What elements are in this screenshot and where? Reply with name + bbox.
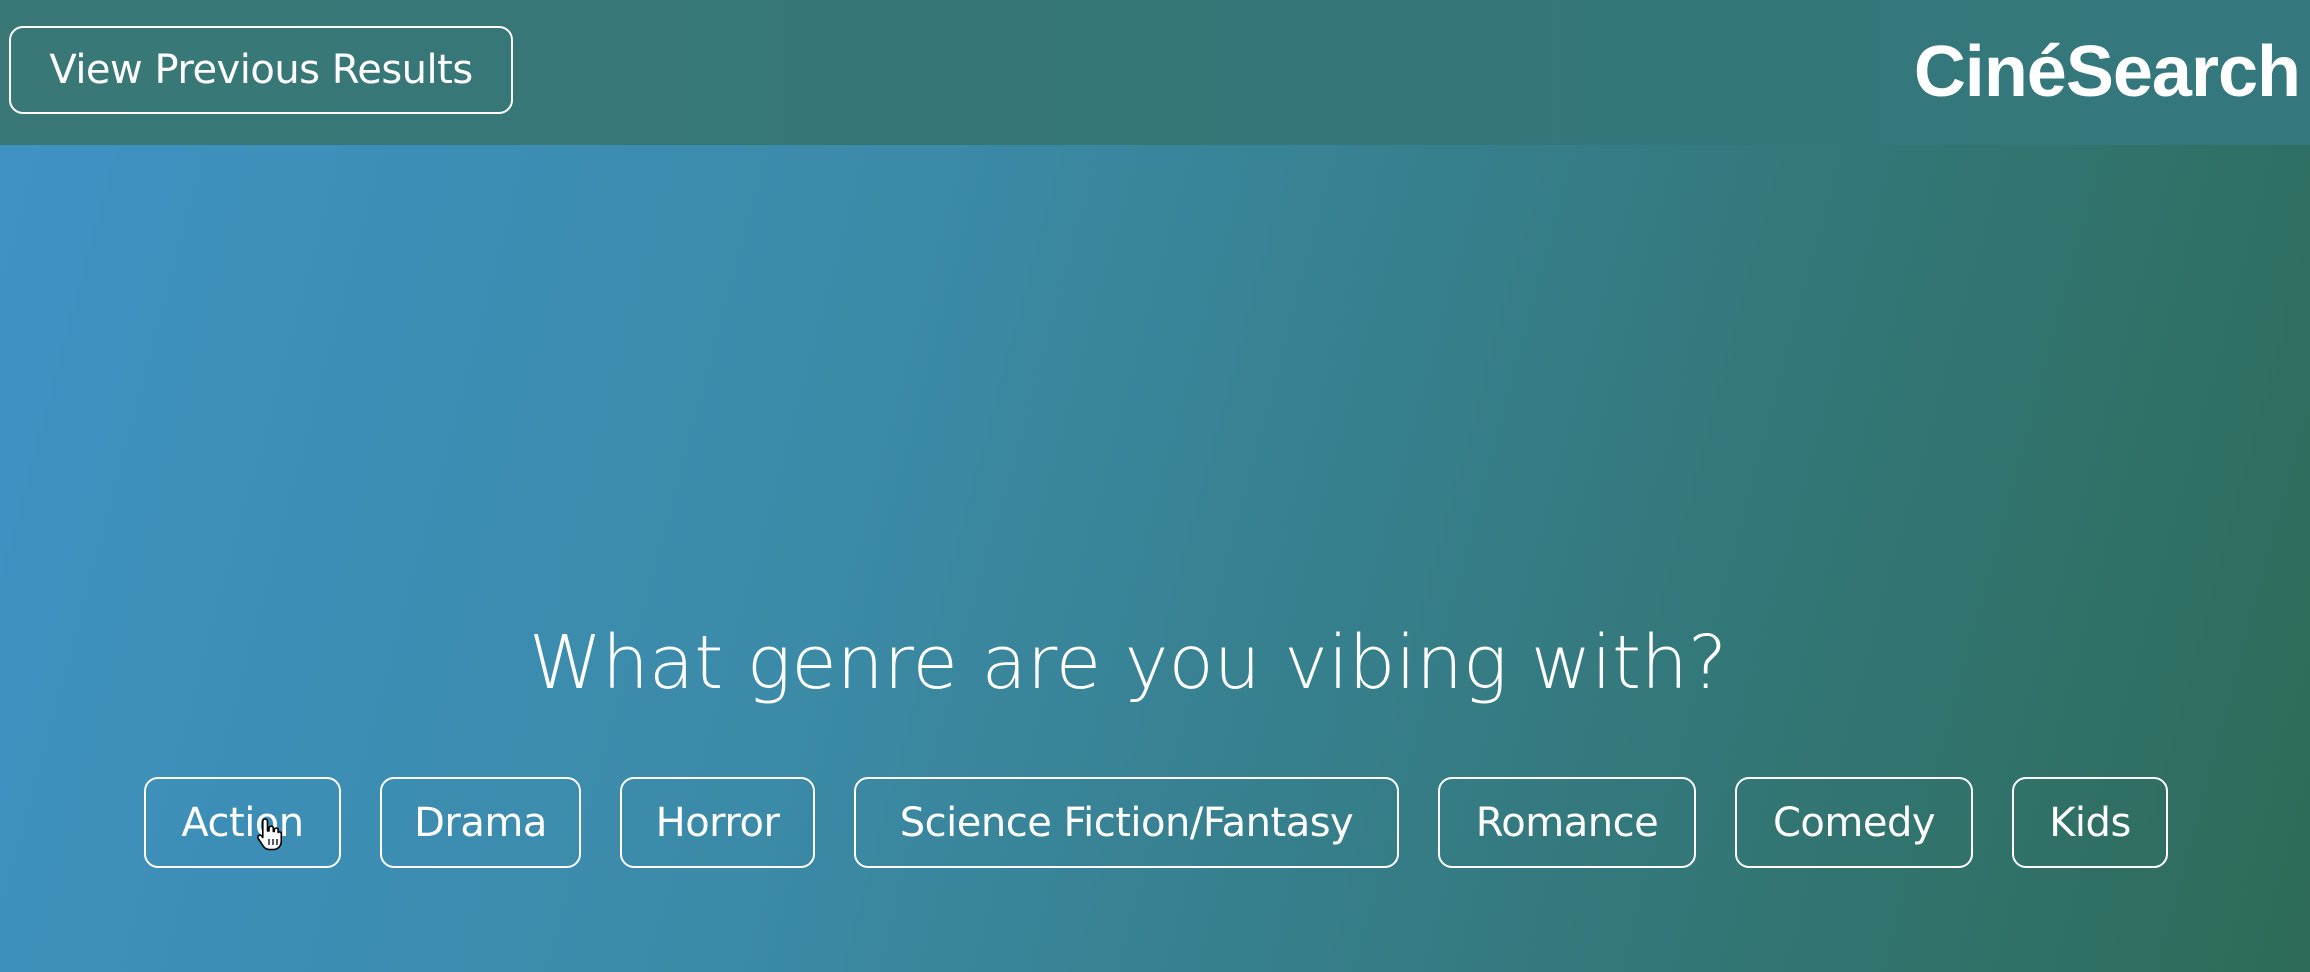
genre-options: Action Drama Horror Science Fiction/Fant… — [0, 777, 2310, 869]
top-bar: View Previous Results CinéSearch — [0, 0, 2310, 145]
hand-pointer-icon — [257, 818, 282, 851]
brand-logo[interactable]: CinéSearch — [1914, 22, 2301, 122]
genre-button-action[interactable]: Action — [144, 777, 341, 868]
genre-button-horror[interactable]: Horror — [620, 777, 815, 868]
genre-button-kids[interactable]: Kids — [2012, 777, 2168, 868]
view-previous-results-button[interactable]: View Previous Results — [9, 26, 513, 114]
genre-button-drama[interactable]: Drama — [380, 777, 581, 868]
genre-question-heading: What genre are you vibing with? — [528, 620, 1728, 706]
genre-button-romance[interactable]: Romance — [1438, 777, 1696, 868]
genre-button-comedy[interactable]: Comedy — [1735, 777, 1973, 868]
genre-button-science-fiction-fantasy[interactable]: Science Fiction/Fantasy — [854, 777, 1399, 868]
